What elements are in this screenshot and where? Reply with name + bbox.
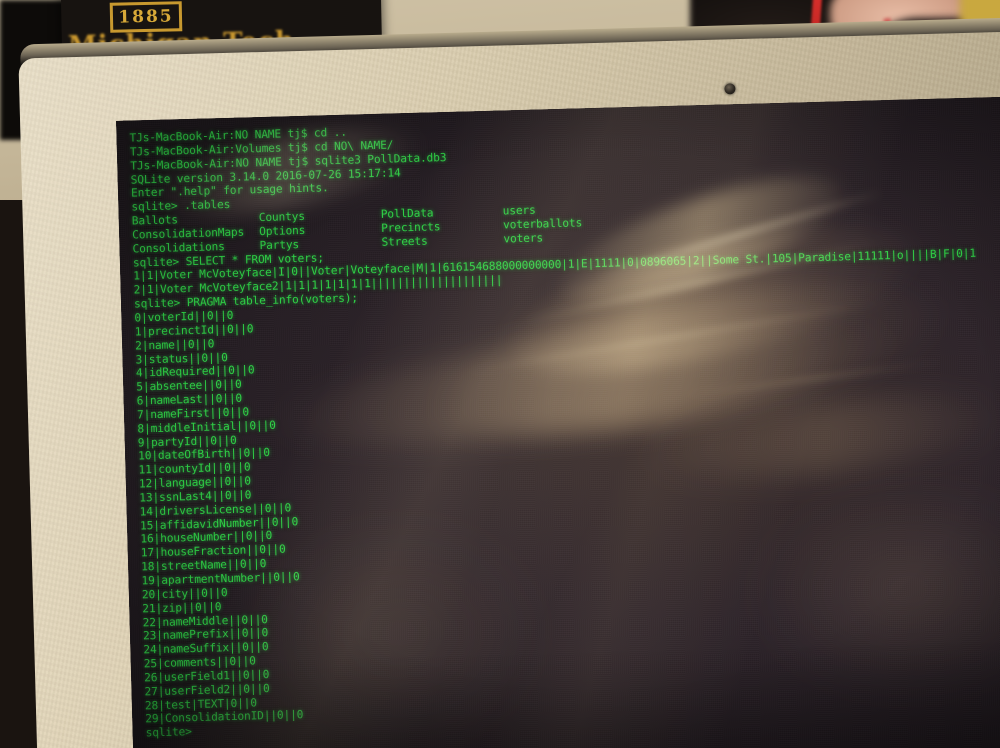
photo-scene: 1885 Michigan Tech TJs-MacBook-Air:NO NA… [0,0,1000,748]
laptop-screen: TJs-MacBook-Air:NO NAME tj$ cd .. TJs-Mac… [116,95,1000,748]
table-name: users [502,203,536,218]
table-name: Countys [258,209,306,225]
laptop: TJs-MacBook-Air:NO NAME tj$ cd .. TJs-Mac… [0,16,1000,748]
table-name: Ballots [131,213,179,228]
table-name: Consolidations [132,239,225,256]
terminal-output[interactable]: TJs-MacBook-Air:NO NAME tj$ cd .. TJs-Mac… [129,106,1000,740]
table-name: Partys [259,237,300,252]
table-name: Options [258,223,306,239]
table-name: PollData [380,206,434,221]
table-name: Streets [381,234,428,249]
table-name: voters [503,231,544,246]
